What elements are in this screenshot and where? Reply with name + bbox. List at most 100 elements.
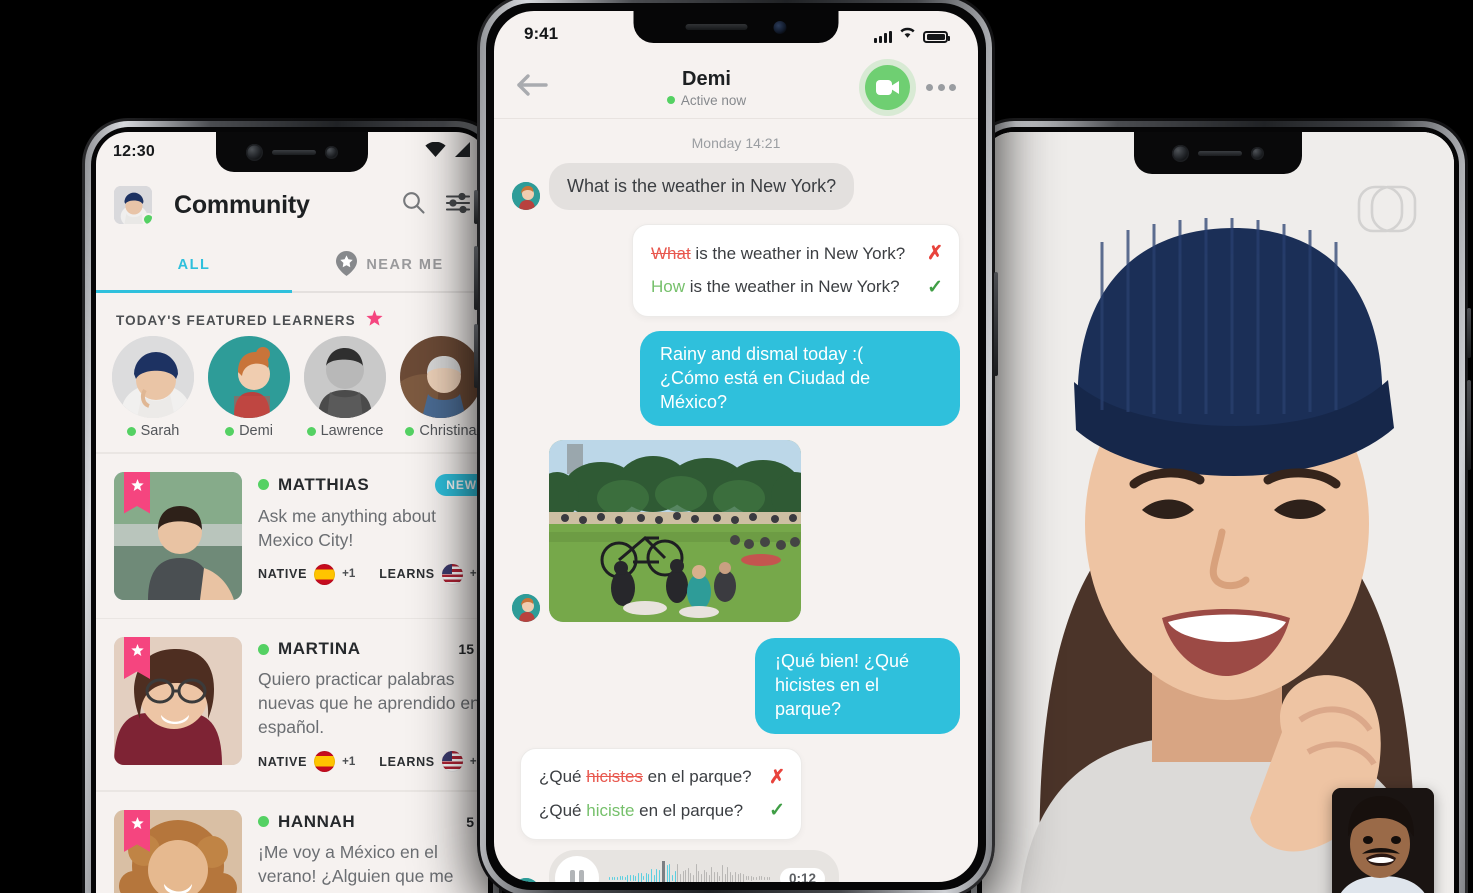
correction-wrong-text: ¿Qué hicistes en el parque? [539, 763, 759, 791]
signal-icon [454, 142, 471, 162]
waveform-bar [745, 876, 747, 881]
waveform-bar [658, 870, 660, 882]
waveform-bar [622, 876, 624, 881]
learns-label: LEARNS [379, 754, 435, 769]
audio-playhead[interactable] [662, 861, 665, 882]
native-extra-count: +1 [342, 755, 356, 768]
correction-card[interactable]: What is the weather in New York? ✗ How i… [632, 224, 960, 318]
online-status-dot [126, 426, 136, 436]
more-horizontal-icon[interactable] [926, 84, 956, 91]
page-title: Community [174, 190, 310, 219]
list-item[interactable]: HANNAH 5 ¡Me voy a México en el verano! … [96, 792, 488, 893]
status-icons [874, 25, 950, 43]
earpiece-speaker [685, 24, 748, 30]
waveform-bar [627, 874, 629, 882]
waveform-bar [682, 871, 684, 882]
waveform-bar [693, 874, 695, 882]
volume-up-button[interactable] [474, 246, 478, 310]
featured-name: Demi [239, 423, 273, 439]
waveform-bar [609, 876, 611, 880]
struck-word: What [651, 244, 691, 264]
struck-word: hicistes [586, 767, 643, 787]
correction-wrong-text: What is the weather in New York? [651, 240, 917, 268]
featured-person[interactable]: Christina [400, 336, 482, 450]
list-item[interactable]: MARTINA 15 Quiero practicar palabras nue… [96, 619, 488, 790]
audio-message[interactable]: 0:12 [549, 850, 839, 882]
featured-person[interactable]: Sarah [112, 336, 194, 450]
avatar [512, 878, 540, 882]
front-camera-icon [1172, 144, 1189, 162]
native-extra-count: +1 [342, 568, 356, 581]
list-item[interactable]: MATTHIAS NEW Ask me anything about Mexic… [96, 454, 488, 618]
waveform-bar [698, 870, 700, 882]
flip-camera-icon[interactable] [1398, 888, 1428, 893]
waveform-bar [753, 876, 755, 880]
waveform-bar [711, 866, 713, 882]
chat-message-list[interactable]: Monday 14:21 What is the weather in New … [494, 121, 978, 882]
list-item-message: Quiero practicar palabras nuevas que he … [258, 669, 480, 738]
video-camera-icon[interactable] [865, 65, 910, 110]
language-row: NATIVE +1 LEARNS +1 [258, 563, 488, 585]
volume-down-button[interactable] [474, 324, 478, 388]
featured-learners-header: TODAY'S FEATURED LEARNERS [96, 300, 488, 340]
audio-waveform[interactable] [609, 861, 770, 882]
back-arrow-icon[interactable] [516, 73, 548, 102]
list-item-name-row: HANNAH 5 [258, 812, 488, 832]
waveform-bar [690, 873, 692, 882]
status-icons [425, 141, 471, 162]
power-button[interactable] [1467, 308, 1471, 358]
message-bubble[interactable]: ¡Qué bien! ¿Qué hicistes en el parque? [755, 638, 960, 734]
waveform-bar [727, 866, 729, 882]
corrected-word: hiciste [586, 800, 635, 820]
pause-icon[interactable] [555, 856, 599, 882]
wifi-icon [899, 25, 916, 43]
online-status-dot [306, 426, 316, 436]
photo-message[interactable] [549, 440, 801, 623]
filter-icon[interactable] [445, 192, 471, 219]
community-list[interactable]: MATTHIAS NEW Ask me anything about Mexic… [96, 452, 488, 893]
waveform-bar [719, 875, 721, 881]
earpiece-speaker [1198, 150, 1242, 156]
message-row-outgoing: Rainy and dismal today :( ¿Cómo está en … [512, 331, 960, 427]
waveform-bar [761, 876, 763, 881]
waveform-bar [651, 869, 653, 882]
waveform-bar [645, 872, 647, 882]
waveform-bar [724, 873, 726, 882]
waveform-bar [714, 872, 716, 882]
correction-right-line: How is the weather in New York? ✓ [651, 272, 943, 303]
star-icon [366, 310, 383, 330]
android-screen: 12:30 Community ALL NEAR ME TODAY'S FEAT… [96, 132, 488, 893]
tab-near-me[interactable]: NEAR ME [292, 238, 488, 292]
list-item-message: ¡Me voy a México en el verano! ¿Alguien … [258, 841, 454, 893]
correction-right-rest: is the weather in New York? [685, 277, 900, 297]
list-item-body: MARTINA 15 Quiero practicar palabras nue… [258, 637, 488, 773]
list-item-name: MATTHIAS [278, 474, 370, 494]
search-icon[interactable] [401, 190, 426, 220]
message-bubble[interactable]: Rainy and dismal today :( ¿Cómo está en … [640, 331, 960, 427]
chat-presence: Active now [548, 93, 865, 108]
native-label: NATIVE [258, 754, 308, 769]
online-status-dot [258, 643, 269, 655]
list-item-body: HANNAH 5 ¡Me voy a México en el verano! … [258, 810, 488, 893]
flag-usa-icon [441, 751, 463, 773]
featured-person[interactable]: Demi [208, 336, 290, 450]
tab-all[interactable]: ALL [96, 238, 292, 292]
self-view-pip[interactable] [1332, 788, 1434, 893]
online-status-dot [666, 96, 675, 104]
message-row-audio-incoming: 0:12 [512, 850, 960, 882]
list-item-name-row: MARTINA 15 [258, 639, 488, 659]
volume-button[interactable] [1467, 380, 1471, 470]
waveform-bar [700, 873, 702, 882]
message-bubble[interactable]: What is the weather in New York? [549, 163, 855, 211]
chat-header: Demi Active now [494, 57, 978, 119]
profile-avatar[interactable] [114, 186, 152, 224]
cross-icon: ✗ [927, 243, 943, 265]
featured-person[interactable]: Lawrence [304, 336, 386, 450]
marketing-composite-screenshot: 12:30 Community ALL NEAR ME TODAY'S FEAT… [0, 0, 1473, 893]
waveform-bar [643, 876, 645, 881]
power-button[interactable] [994, 272, 998, 376]
correction-card[interactable]: ¿Qué hicistes en el parque? ✗ ¿Qué hicis… [520, 747, 802, 841]
mute-switch[interactable] [474, 190, 478, 224]
online-status-dot [225, 426, 235, 436]
correction-wrong-rest: en el parque? [642, 767, 752, 787]
